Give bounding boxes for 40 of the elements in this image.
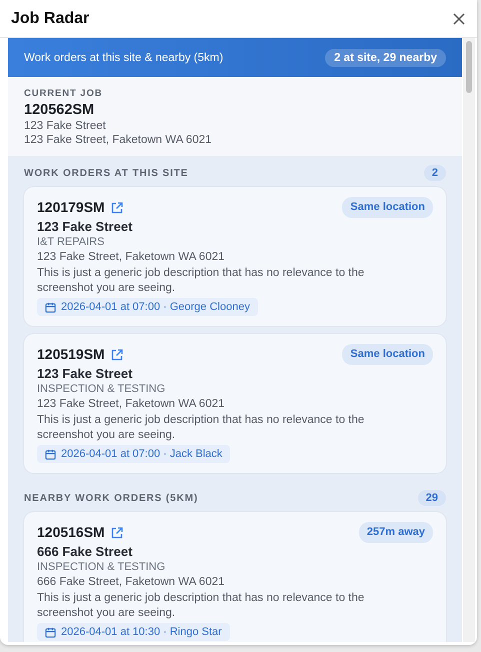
order-address: 666 Fake Street, Faketown WA 6021 <box>37 575 226 590</box>
job-street: 123 Fake Street <box>24 120 107 132</box>
external-link-icon[interactable] <box>110 526 123 538</box>
section-count: 29 <box>418 490 446 506</box>
order-type: INSPECTION & TESTING <box>37 382 166 396</box>
distance-badge: 257m away <box>358 522 433 543</box>
external-link-icon[interactable] <box>110 348 123 360</box>
order-number: 120516SM <box>37 525 105 540</box>
section-count: 2 <box>424 165 446 181</box>
order-description: This is just a generic job description that has no relevance to the screenshot you are seeing. <box>37 591 366 621</box>
order-number: 120519SM <box>37 347 105 362</box>
order-description: This is just a generic job description that has no relevance to the screenshot you are seeing. <box>37 266 366 296</box>
banner-text: Work orders at this site & nearby (5km) <box>24 52 224 64</box>
close-icon[interactable] <box>453 12 465 24</box>
order-street: 666 Fake Street <box>37 544 134 560</box>
section-title: WORK ORDERS AT THIS SITE <box>24 168 188 178</box>
order-description: This is just a generic job description that has no relevance to the screenshot you are seeing. <box>37 413 366 443</box>
job-number: 120562SM <box>24 102 96 118</box>
section-title: NEARBY WORK ORDERS (5KM) <box>24 492 198 504</box>
job-address: 123 Fake Street, Faketown WA 6021 <box>24 134 213 146</box>
distance-badge: Same location <box>342 197 433 218</box>
scrollbar-thumb[interactable] <box>466 41 472 93</box>
order-street: 123 Fake Street <box>37 366 134 382</box>
order-number: 120179SM <box>37 200 105 215</box>
schedule-text: 2026-04-01 at 10:30 · Ringo Star <box>61 625 222 639</box>
order-address: 123 Fake Street, Faketown WA 6021 <box>37 397 226 412</box>
current-job-label: CURRENT JOB <box>24 88 104 99</box>
order-street: 123 Fake Street <box>37 219 134 235</box>
order-type: INSPECTION & TESTING <box>37 560 166 574</box>
calendar-icon <box>45 302 56 312</box>
distance-badge: Same location <box>342 344 433 365</box>
schedule-text: 2026-04-01 at 07:00 · George Clooney <box>61 300 250 314</box>
calendar-icon <box>45 626 56 638</box>
order-type: I&T REPAIRS <box>37 235 106 249</box>
summary-badge: 2 at site, 29 nearby <box>325 48 446 66</box>
schedule-text: 2026-04-01 at 07:00 · Jack Black <box>61 447 222 461</box>
calendar-icon <box>45 448 56 460</box>
external-link-icon[interactable] <box>110 202 123 214</box>
order-address: 123 Fake Street, Faketown WA 6021 <box>37 250 226 265</box>
window-title: Job Radar <box>11 10 90 28</box>
